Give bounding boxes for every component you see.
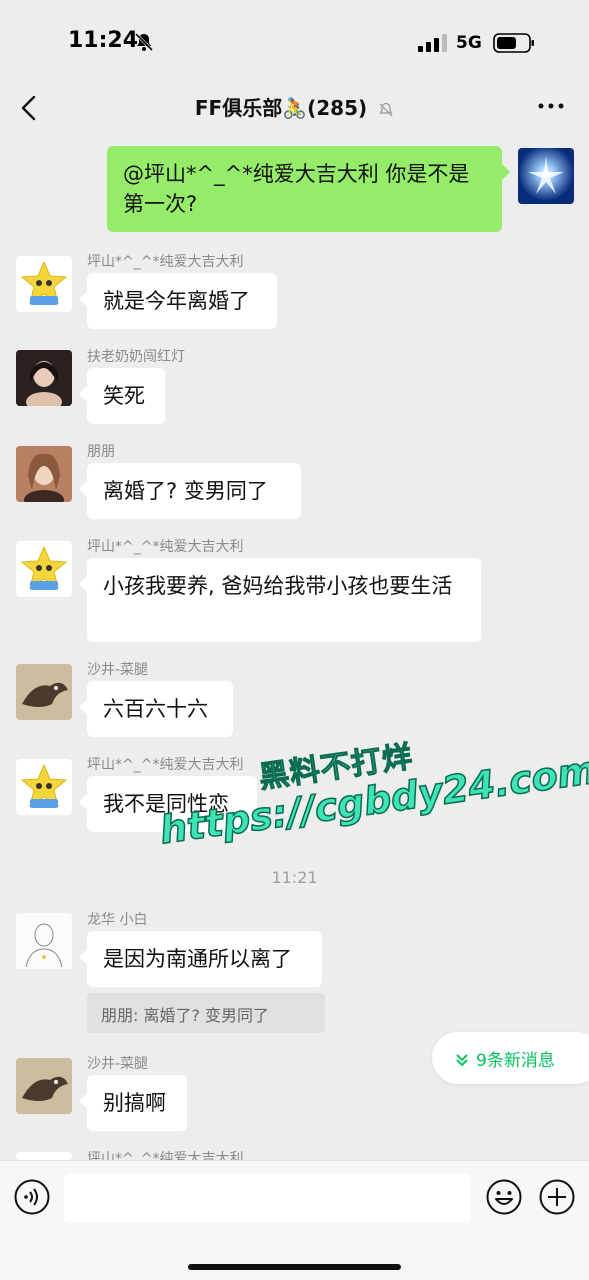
- portrait-avatar-icon: [16, 350, 72, 406]
- input-bar: [0, 1160, 589, 1280]
- starburst-avatar-icon: [518, 148, 574, 204]
- message-bubble[interactable]: 是因为南通所以离了: [79, 931, 322, 987]
- message-text: 小孩我要养, 爸妈给我带小孩也要生活: [103, 574, 453, 598]
- chat-header: FF俱乐部🚴(285): [0, 88, 589, 128]
- sender-name: 坪山*^_^*纯爱大吉大利: [87, 539, 244, 555]
- sender-name: 沙井-菜腿: [87, 1056, 149, 1072]
- message-text: 离婚了? 变男同了: [103, 479, 268, 503]
- avatar[interactable]: [16, 541, 72, 597]
- message-bubble[interactable]: 别搞啊: [79, 1075, 187, 1131]
- message-bubble[interactable]: @坪山*^_^*纯爱大吉大利 你是不是第一次?: [107, 146, 510, 232]
- chat-title-wrap: FF俱乐部🚴(285): [0, 92, 589, 121]
- message-bubble[interactable]: 就是今年离婚了: [79, 273, 277, 329]
- message-text: 是因为南通所以离了: [103, 947, 292, 971]
- plus-icon[interactable]: [539, 1179, 575, 1215]
- bell-off-icon: [134, 32, 154, 52]
- emoji-icon[interactable]: [486, 1179, 522, 1215]
- new-messages-button[interactable]: 9条新消息: [432, 1032, 589, 1084]
- sender-name: 坪山*^_^*纯爱大吉大利: [87, 757, 244, 773]
- bird-avatar-icon: [16, 664, 72, 720]
- message-text: 就是今年离婚了: [103, 289, 250, 313]
- star-mascot-avatar-icon: [20, 763, 68, 808]
- sender-name: 朋朋: [87, 444, 115, 460]
- bird-avatar-icon: [16, 1058, 72, 1114]
- cellular-signal-icon: [418, 34, 447, 52]
- message-input[interactable]: [64, 1173, 471, 1223]
- double-chevron-down-icon: [456, 1054, 468, 1067]
- message-bubble[interactable]: 六百六十六: [79, 681, 233, 737]
- message-bubble[interactable]: 离婚了? 变男同了: [79, 463, 301, 519]
- avatar[interactable]: [518, 148, 574, 204]
- avatar[interactable]: [16, 256, 72, 312]
- network-type: 5G: [456, 33, 482, 53]
- chat-timestamp: 11:21: [271, 868, 318, 887]
- battery-icon: [493, 33, 534, 53]
- sketch-avatar-icon: [16, 913, 72, 969]
- avatar[interactable]: [16, 913, 72, 969]
- sender-name: 扶老奶奶闯红灯: [87, 349, 185, 365]
- message-text: 别搞啊: [103, 1091, 166, 1115]
- avatar[interactable]: [16, 664, 72, 720]
- avatar[interactable]: [16, 446, 72, 502]
- home-indicator: [188, 1264, 401, 1270]
- star-mascot-avatar-icon: [20, 260, 68, 305]
- quoted-reply[interactable]: 朋朋: 离婚了? 变男同了: [87, 993, 325, 1033]
- sender-name: 龙华 小白: [87, 912, 148, 928]
- message-text: 笑死: [103, 384, 145, 408]
- bell-off-icon: [379, 102, 393, 116]
- avatar[interactable]: [16, 350, 72, 406]
- star-mascot-avatar-icon: [20, 545, 68, 590]
- sender-name: 坪山*^_^*纯爱大吉大利: [87, 254, 244, 270]
- more-dots-icon[interactable]: [536, 96, 566, 116]
- avatar[interactable]: [16, 1152, 72, 1160]
- sender-name: 沙井-菜腿: [87, 662, 149, 678]
- message-text: 六百六十六: [103, 697, 208, 721]
- message-bubble[interactable]: 小孩我要养, 爸妈给我带小孩也要生活: [79, 558, 481, 642]
- message-text: @坪山*^_^*纯爱大吉大利 你是不是第一次?: [123, 162, 470, 216]
- message-bubble[interactable]: 笑死: [79, 368, 165, 424]
- chat-title: FF俱乐部🚴(285): [194, 96, 368, 120]
- voice-icon[interactable]: [14, 1179, 50, 1215]
- status-time: 11:24: [68, 28, 139, 53]
- avatar[interactable]: [16, 1058, 72, 1114]
- new-messages-label: 9条新消息: [476, 1051, 555, 1071]
- avatar[interactable]: [16, 759, 72, 815]
- status-bar: 11:24 5G: [0, 0, 589, 88]
- portrait-avatar-icon: [16, 446, 72, 502]
